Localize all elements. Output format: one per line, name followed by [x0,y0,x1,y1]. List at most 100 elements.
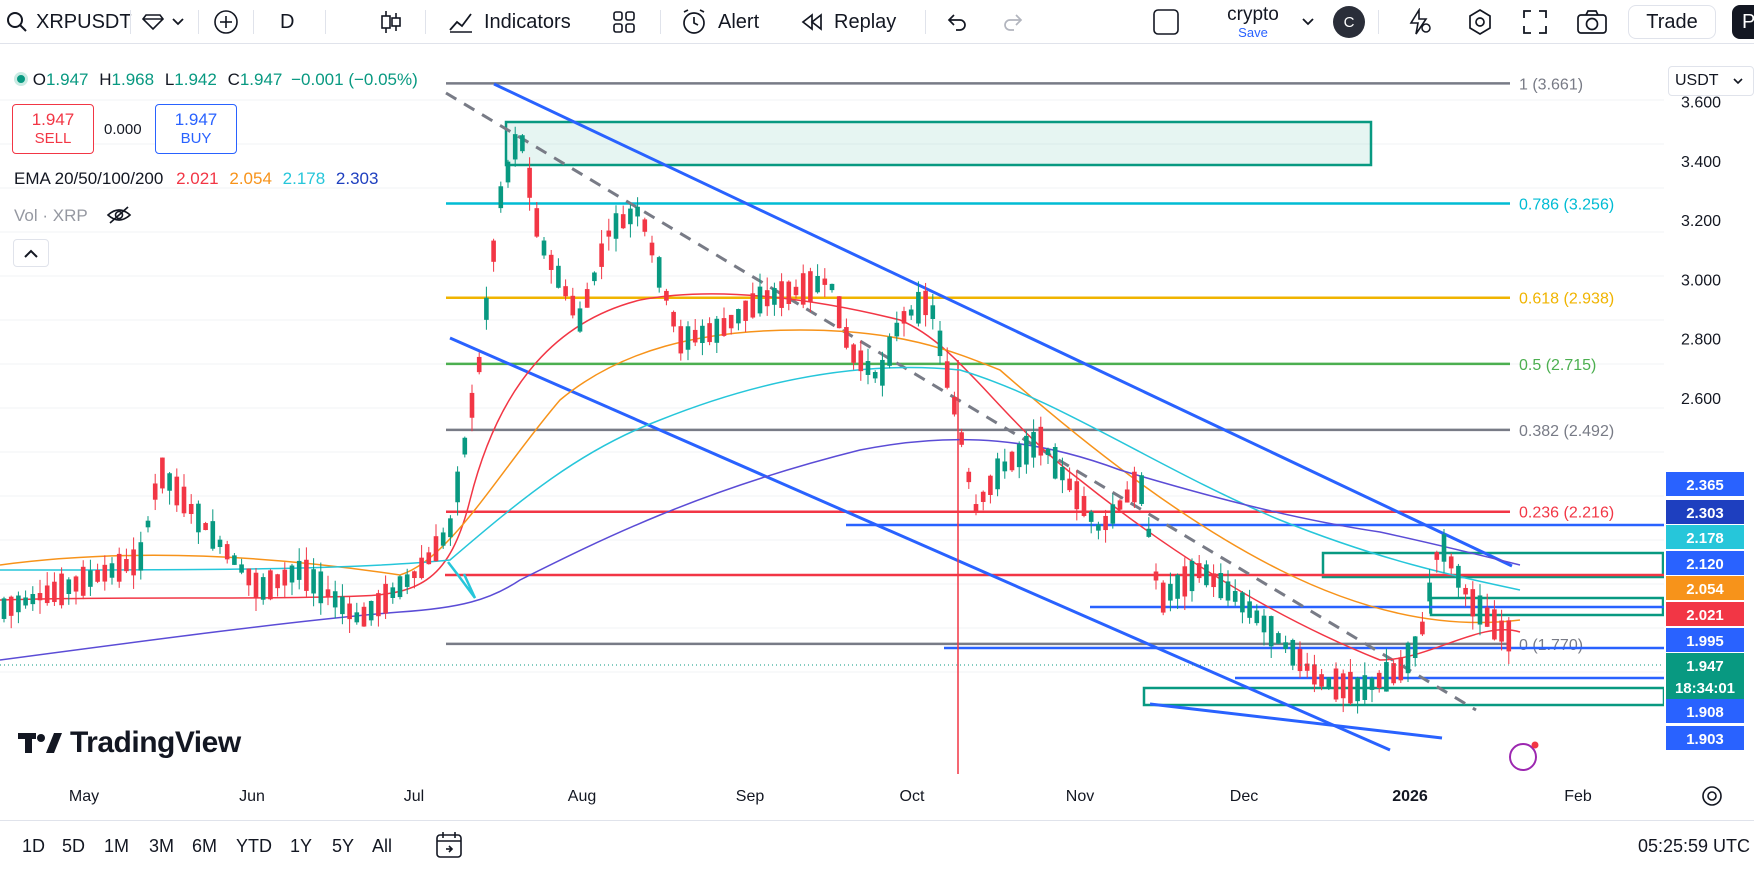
collapse-legend-button[interactable] [13,239,49,267]
tradingview-app: XRPUSDT D Indicators Alert Replay crypto… [0,0,1754,871]
undo-button[interactable] [944,0,968,44]
price-axis-label[interactable]: 2.054 [1666,576,1744,600]
time-axis-label: May [68,788,100,805]
time-axis-label: Nov [1065,788,1095,805]
price-axis-label[interactable]: 1.995 [1666,628,1744,652]
currency-selector[interactable]: USDT [1668,66,1754,96]
candle-body [1067,478,1072,491]
volume-legend[interactable]: Vol · XRP [14,205,132,226]
price-chart-canvas[interactable]: 1 (3.661) 0.786 (3.256) 0.618 (2.938) 0.5 (… [0,52,1664,774]
candle-body [361,606,367,627]
support-zone-rect[interactable] [1142,686,1664,707]
price-axis-label[interactable]: 2.365 [1666,472,1744,496]
candle-body [448,518,453,538]
candle-body [570,295,576,316]
quick-search-button[interactable] [1406,0,1434,44]
utc-clock[interactable]: 05:25:59 UTC [1638,836,1750,857]
candle-body [728,314,734,329]
pivot-marker[interactable] [447,561,477,599]
user-avatar[interactable]: C [1333,0,1365,44]
price-label-text: 2.365 [1686,477,1724,494]
change-value: −0.001 (−0.05%) [291,70,418,89]
lightning-icon[interactable] [1509,743,1537,771]
range-button-3m[interactable]: 3M [149,836,174,857]
alarm-clock-icon [683,9,705,34]
candle-body [1420,621,1425,635]
fib-level-label: 0.236 (2.216) [1519,505,1614,522]
screenshot-button[interactable] [1576,0,1608,44]
price-axis[interactable]: 3.600 3.400 3.200 3.000 2.800 2.600 2.365 2.303… [1664,52,1754,774]
range-button-6m[interactable]: 6M [192,836,217,857]
candle-body [512,134,518,160]
candle-body [628,208,633,225]
price-axis-label[interactable]: 2.120 [1666,551,1744,575]
candle-body [491,240,496,262]
range-button-1y[interactable]: 1Y [290,836,312,857]
candle-body [1240,592,1245,613]
candle-body [232,555,237,565]
sell-button[interactable]: 1.947 SELL [12,104,94,154]
chart-settings-button[interactable] [1700,784,1724,813]
time-axis-label: Sep [735,788,765,805]
range-button-ytd[interactable]: YTD [236,836,272,857]
range-button-1m[interactable]: 1M [104,836,129,857]
price-axis-label[interactable]: 2.021 [1666,602,1744,626]
fullscreen-button[interactable] [1522,0,1548,44]
price-axis-label[interactable]: 1.908 [1666,699,1744,723]
camera-icon [1577,10,1607,34]
candle-body [1031,432,1036,458]
alert-button[interactable]: Alert [680,0,759,44]
low-value: 1.942 [174,70,217,89]
layout-checkbox[interactable] [1152,0,1180,44]
time-axis-label: Feb [1564,788,1592,805]
price-tick-label: 2.600 [1681,391,1721,408]
candle-body [736,309,741,324]
candle-body [8,596,14,616]
channel-midline[interactable] [445,91,1477,712]
candle-body [656,257,662,288]
time-axis-label: Oct [899,788,925,805]
candle-body [844,327,849,348]
price-label-text: 2.178 [1686,530,1724,547]
price-axis-label[interactable]: 1.947 [1666,653,1744,677]
price-axis-label[interactable]: 2.178 [1666,525,1744,549]
layout-menu-dropdown[interactable] [1302,0,1314,44]
price-axis-label[interactable]: 18:34:01 [1666,675,1744,699]
range-button-all[interactable]: All [372,836,392,857]
buy-button[interactable]: 1.947 BUY [155,104,237,154]
candle-body [124,559,129,572]
layouts-button[interactable] [612,0,636,44]
price-axis-label[interactable]: 1.903 [1666,726,1744,750]
buy-label: BUY [180,130,212,147]
settings-button[interactable] [1466,0,1494,44]
candle-body [412,571,417,579]
candle-body [1506,620,1512,652]
goto-date-button[interactable] [434,830,464,865]
interval-button[interactable]: D [280,0,294,44]
eye-hidden-icon[interactable] [106,205,132,225]
ema200-value: 2.303 [335,169,379,188]
chart-type-button[interactable] [380,0,402,44]
layout-name-button[interactable]: crypto Save [1210,0,1296,44]
candle-body [102,564,108,582]
trade-button[interactable]: Trade [1628,5,1716,39]
symbol-search-button[interactable]: XRPUSDT [6,0,132,44]
redo-button[interactable] [1002,0,1026,44]
toolbar-divider [325,10,326,34]
publish-button[interactable]: P [1732,5,1754,39]
ema-legend[interactable]: EMA 20/50/100/200 2.021 2.054 2.178 2.30… [14,169,378,189]
candle-body [73,576,79,592]
range-button-1d[interactable]: 1D [22,836,45,857]
price-axis-label[interactable]: 2.303 [1666,500,1744,524]
candle-body [1492,609,1497,640]
range-button-5y[interactable]: 5Y [332,836,354,857]
range-button-5d[interactable]: 5D [62,836,85,857]
replay-button[interactable]: Replay [800,0,896,44]
channel-lower-line[interactable] [449,336,1391,752]
compare-symbol-button[interactable] [213,0,239,44]
symbol-type-dropdown[interactable] [142,0,184,44]
indicators-button[interactable]: Indicators [448,0,571,44]
candle-body [1448,556,1454,569]
supply-zone-rect[interactable] [504,120,1373,167]
candle-body [916,291,921,324]
